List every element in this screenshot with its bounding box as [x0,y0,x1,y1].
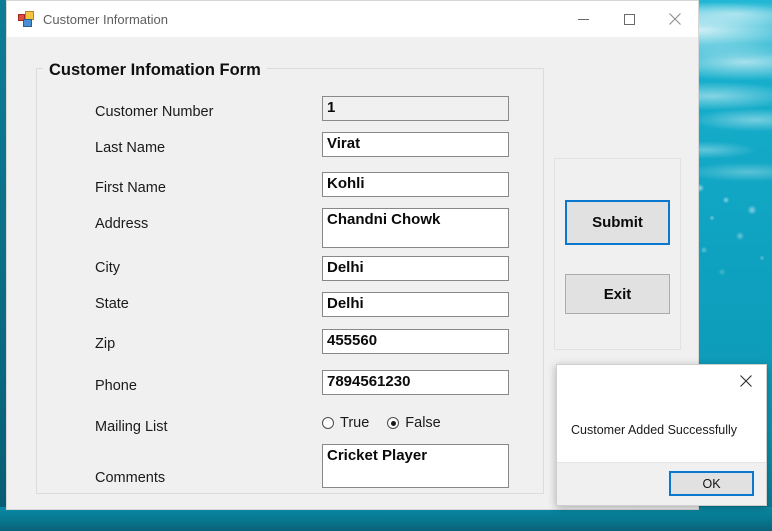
dialog-ok-button[interactable]: OK [669,471,754,496]
label-mailing-list: Mailing List [95,419,168,435]
dialog-footer: OK [557,462,766,505]
state-input[interactable]: Delhi [322,292,509,317]
submit-button[interactable]: Submit [565,200,670,245]
first-name-input[interactable]: Kohli [322,172,509,197]
radio-checked-icon [387,417,400,429]
wallpaper-bottom-edge [0,507,772,531]
close-icon[interactable] [652,1,698,37]
dialog-titlebar[interactable] [557,365,766,396]
label-first-name: First Name [95,180,166,196]
dialog-message: Customer Added Successfully [571,422,738,437]
radio-unchecked-icon [322,417,334,429]
minimize-icon[interactable] [560,1,606,37]
desktop: Customer Information Customer Infomation… [0,0,772,531]
comments-input[interactable]: Cricket Player [322,444,509,488]
mailing-list-radio-group: True False [322,415,459,431]
window-title: Customer Information [43,11,168,27]
city-input[interactable]: Delhi [322,256,509,281]
dialog-body: Customer Added Successfully [557,396,766,463]
mailing-list-option-false[interactable]: False [387,415,441,431]
customer-number-input[interactable]: 1 [322,96,509,121]
zip-input[interactable]: 455560 [322,329,509,354]
last-name-input[interactable]: Virat [322,132,509,157]
label-zip: Zip [95,336,116,352]
mailing-list-option-true[interactable]: True [322,415,369,431]
maximize-icon[interactable] [606,1,652,37]
success-message-dialog: Customer Added Successfully OK [556,364,767,506]
mailing-list-option-false-label: False [405,415,441,431]
label-last-name: Last Name [95,140,166,156]
window-titlebar[interactable]: Customer Information [7,1,698,37]
address-input[interactable]: Chandni Chowk [322,208,509,248]
label-state: State [95,296,129,312]
window-controls [560,1,698,37]
phone-input[interactable]: 7894561230 [322,370,509,395]
customer-form-legend: Customer Infomation Form [43,61,267,80]
action-buttons-panel: Submit Exit [554,158,681,350]
label-customer-number: Customer Number [95,104,214,120]
label-address: Address [95,216,149,232]
close-icon[interactable] [726,365,766,396]
mailing-list-option-true-label: True [340,415,370,431]
winforms-icon [18,11,34,27]
label-comments: Comments [95,470,166,486]
exit-button[interactable]: Exit [565,274,670,314]
label-phone: Phone [95,378,137,394]
label-city: City [95,260,120,276]
